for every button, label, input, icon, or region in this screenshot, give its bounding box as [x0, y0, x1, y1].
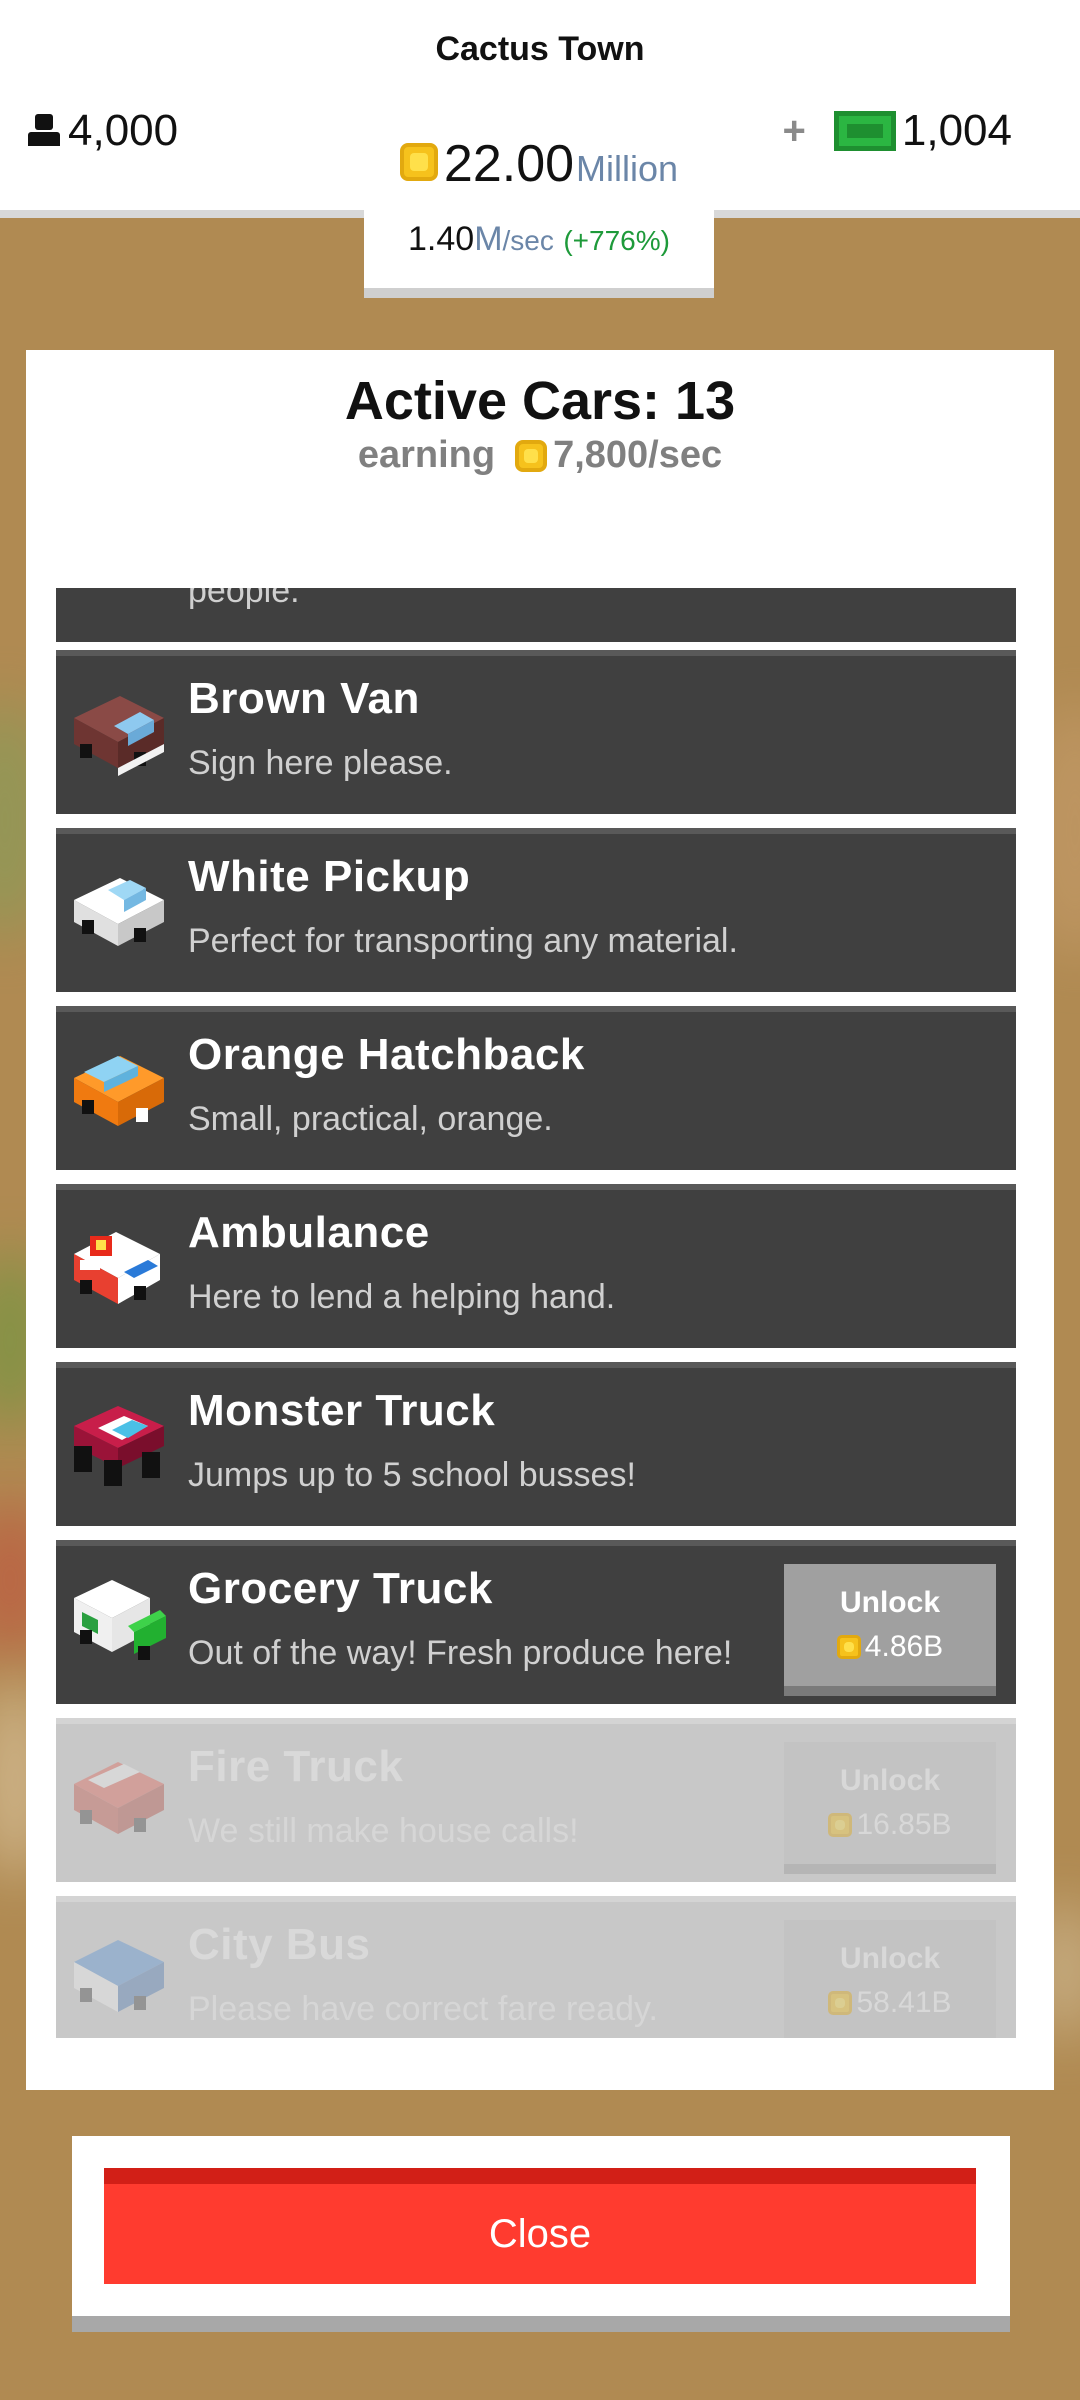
car-description: Out of the way! Fresh produce here!	[188, 1634, 733, 1672]
coin-icon	[828, 1991, 853, 2015]
rate-unit: M	[474, 220, 503, 258]
person-icon	[26, 114, 62, 148]
car-row-ambulance[interactable]: Ambulance Here to lend a helping hand.	[56, 1184, 1016, 1348]
car-name: Fire Truck	[188, 1742, 404, 1791]
car-description: Here to lend a helping hand.	[188, 1278, 616, 1316]
coin-icon	[836, 1635, 861, 1659]
car-name: Monster Truck	[188, 1386, 496, 1435]
car-description: We still make house calls!	[188, 1812, 579, 1850]
money-display: 22.00 Million 1.40M/sec (+776%)	[364, 120, 714, 298]
unlock-cost: 58.41B	[828, 1986, 952, 2020]
close-frame: Close	[72, 2136, 1010, 2332]
brown-van-icon	[74, 696, 164, 776]
money-unit: Million	[576, 148, 679, 189]
coin-icon	[399, 143, 438, 181]
rate-boost: (+776%)	[563, 225, 670, 256]
close-button[interactable]: Close	[104, 2168, 976, 2284]
earning-label: earning	[357, 434, 496, 476]
grocery-truck-icon	[74, 1580, 166, 1660]
car-row-brown-van[interactable]: Brown Van Sign here please.	[56, 650, 1016, 814]
monster-truck-icon	[74, 1406, 164, 1486]
fire-truck-icon	[74, 1762, 164, 1834]
coin-icon	[828, 1813, 853, 1837]
city-bus-icon	[74, 1940, 164, 2012]
unlock-label: Unlock	[839, 1942, 941, 1975]
unlock-label: Unlock	[839, 1764, 941, 1797]
cash-icon	[833, 111, 896, 151]
panel-title: Active Cars: 13	[344, 371, 736, 431]
orange-hatchback-icon	[74, 1056, 164, 1126]
active-cars-panel: Active Cars: 13 earning 7,800/sec people…	[26, 350, 1054, 2090]
car-row-monster-truck[interactable]: Monster Truck Jumps up to 5 school busse…	[56, 1362, 1016, 1526]
car-name: Ambulance	[188, 1208, 430, 1257]
car-row-white-pickup[interactable]: White Pickup Perfect for transporting an…	[56, 828, 1016, 992]
car-description: Small, practical, orange.	[188, 1100, 553, 1138]
rate-per: /sec	[502, 225, 554, 256]
unlock-cost-value: 4.86B	[864, 1630, 944, 1663]
car-row-city-bus[interactable]: City Bus Please have correct fare ready.…	[56, 1896, 1016, 2038]
unlock-label: Unlock	[839, 1586, 941, 1619]
car-description: Perfect for transporting any material.	[188, 922, 738, 960]
unlock-cost: 16.85B	[828, 1808, 952, 1842]
ambulance-icon	[74, 1232, 160, 1304]
car-description: Sign here please.	[188, 744, 453, 782]
car-list[interactable]: people. Brown Van Sign here please. Whit…	[56, 588, 1016, 2038]
money-value: 22.00	[443, 135, 575, 193]
town-name: Cactus Town	[435, 30, 645, 68]
car-row-fire-truck[interactable]: Fire Truck We still make house calls! Un…	[56, 1718, 1016, 1882]
unlock-cost-value: 16.85B	[856, 1808, 952, 1841]
car-name: Brown Van	[188, 674, 420, 723]
unlock-cost: 4.86B	[836, 1630, 944, 1664]
car-row: people.	[56, 588, 1016, 642]
car-row-grocery-truck[interactable]: Grocery Truck Out of the way! Fresh prod…	[56, 1540, 1016, 1704]
earning-value: 7,800/sec	[553, 434, 723, 476]
white-pickup-icon	[74, 878, 164, 946]
car-description: people.	[188, 588, 300, 610]
unlock-button[interactable]: Unlock 58.41B	[784, 1920, 996, 2038]
car-name: White Pickup	[188, 852, 471, 901]
rate-value: 1.40	[408, 220, 475, 258]
income-rate: 1.40M/sec (+776%)	[364, 220, 714, 259]
car-row-orange-hatchback[interactable]: Orange Hatchback Small, practical, orang…	[56, 1006, 1016, 1170]
unlock-button[interactable]: Unlock 4.86B	[784, 1564, 996, 1696]
car-name: Grocery Truck	[188, 1564, 493, 1613]
earning-line: earning 7,800/sec	[26, 434, 1054, 477]
population-display: 4,000	[26, 106, 178, 156]
population-value: 4,000	[68, 106, 179, 155]
add-cash-button[interactable]: +	[783, 109, 806, 154]
coin-icon	[515, 439, 548, 472]
car-description: Jumps up to 5 school busses!	[188, 1456, 636, 1494]
cash-value: 1,004	[901, 106, 1012, 155]
car-name: City Bus	[188, 1920, 371, 1969]
cash-display: + 1,004	[783, 106, 1012, 156]
unlock-cost-value: 58.41B	[856, 1986, 952, 2019]
unlock-button[interactable]: Unlock 16.85B	[784, 1742, 996, 1874]
car-name: Orange Hatchback	[188, 1030, 585, 1079]
car-description: Please have correct fare ready.	[188, 1990, 658, 2028]
